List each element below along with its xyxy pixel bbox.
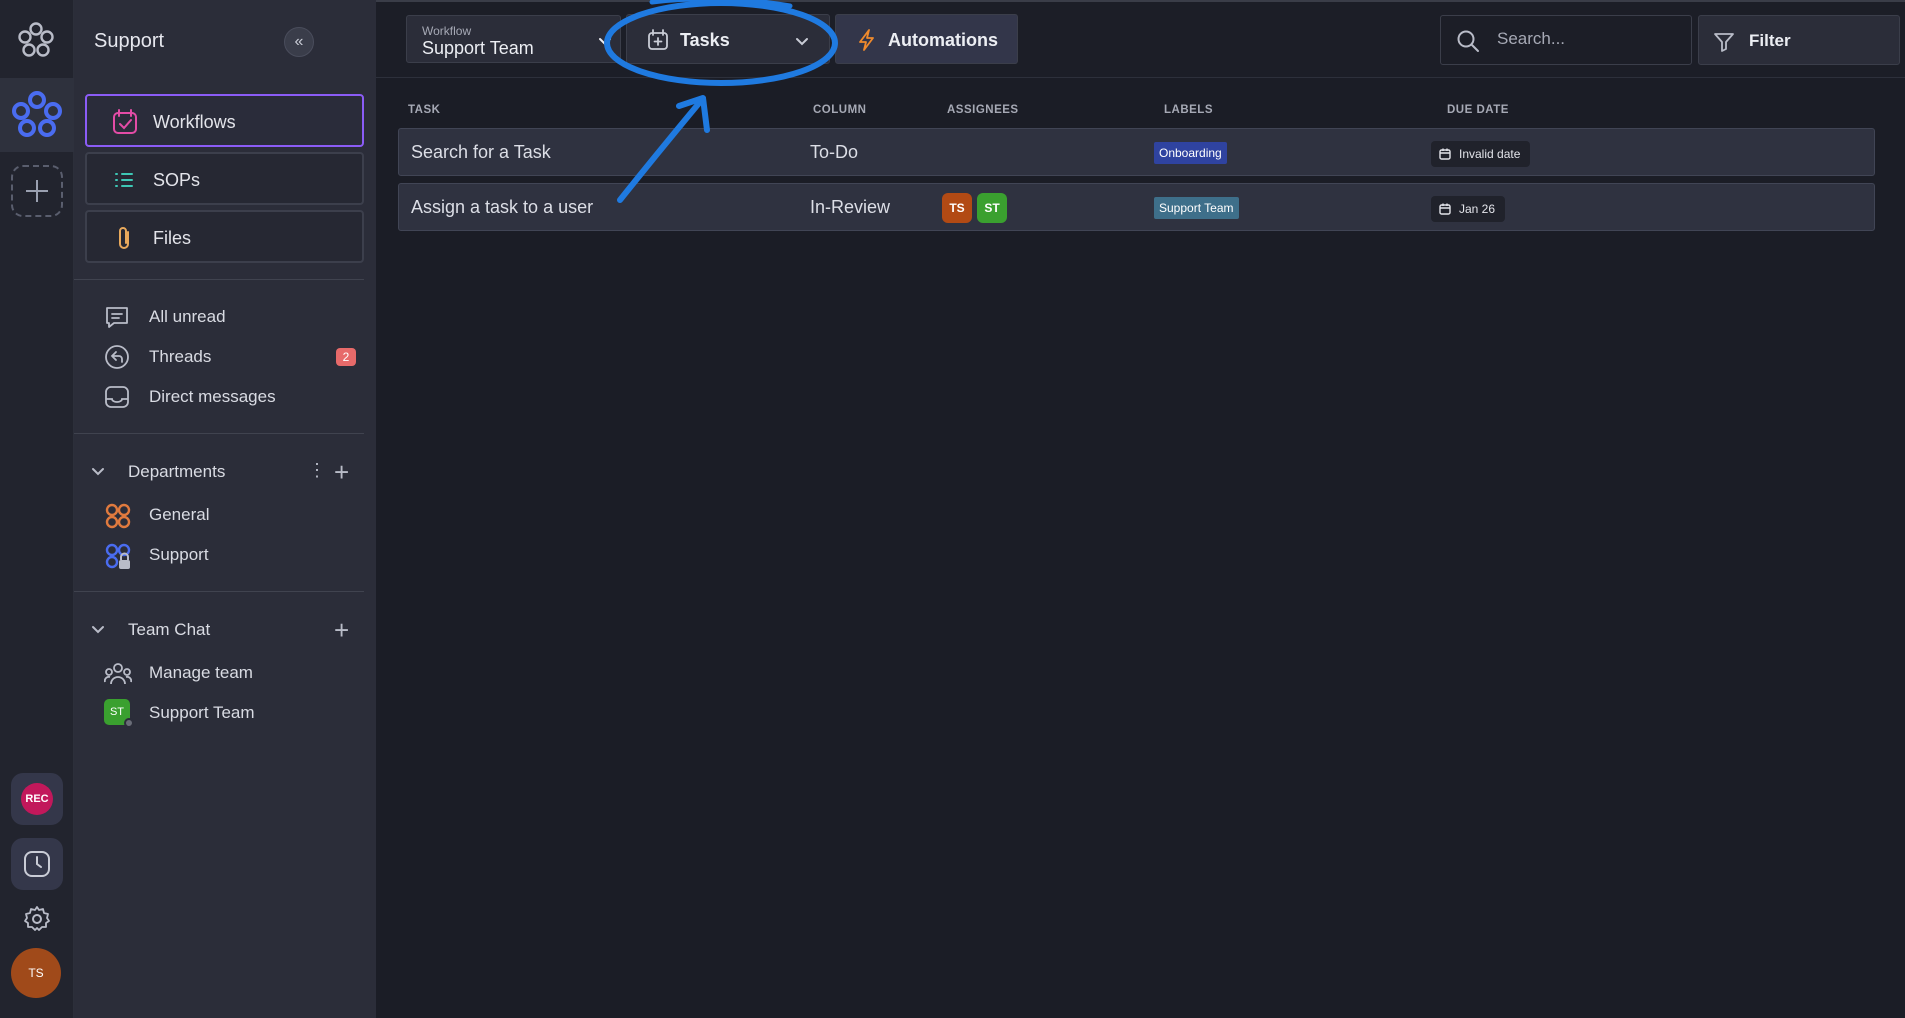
sidebar: Support Workflows SOPs Files All unread …: [74, 0, 376, 1018]
support-label: Support: [149, 545, 209, 564]
topbar: Workflow Support Team Tasks Automations: [376, 0, 1905, 78]
history-button[interactable]: [11, 838, 63, 890]
calendar-check-icon: [113, 109, 137, 134]
departments-title: Departments: [128, 462, 226, 481]
workflow-select-caption: Workflow: [422, 24, 472, 38]
divider: [74, 433, 364, 434]
clock-icon: [24, 851, 50, 877]
sidebar-header: Support: [74, 0, 376, 78]
nav-files[interactable]: Files: [85, 210, 364, 263]
filter-button[interactable]: Filter: [1698, 15, 1900, 65]
task-name: Search for a Task: [411, 142, 551, 162]
nav-files-label: Files: [153, 228, 192, 248]
label-tag[interactable]: Support Team: [1154, 197, 1239, 219]
assignee-avatar[interactable]: ST: [977, 193, 1007, 223]
grid-circles-icon: [105, 503, 131, 529]
workflow-select[interactable]: Workflow Support Team: [406, 15, 621, 63]
gear-icon[interactable]: [22, 904, 52, 934]
column-header-due-date[interactable]: DUE DATE: [1447, 104, 1509, 116]
tasks-label: Tasks: [680, 30, 730, 50]
nav-sops[interactable]: SOPs: [85, 152, 364, 205]
chevron-down-icon: [92, 468, 104, 476]
divider: [74, 591, 364, 592]
app-logo-icon[interactable]: [17, 20, 55, 60]
chevron-down-icon: [599, 38, 611, 46]
record-button[interactable]: REC: [11, 773, 63, 825]
add-department-button[interactable]: +: [334, 459, 349, 485]
paperclip-icon: [119, 227, 129, 249]
sidebar-item-support[interactable]: Support: [104, 539, 364, 571]
chevron-down-icon: [796, 38, 808, 46]
workflow-select-value: Support Team: [422, 38, 534, 58]
automations-label: Automations: [888, 30, 998, 50]
app: REC TS Support Workflows SOPs Files All …: [0, 0, 1905, 1018]
direct-messages-label: Direct messages: [149, 387, 276, 406]
task-column: To-Do: [810, 142, 859, 162]
filter-label: Filter: [1749, 31, 1791, 50]
more-options-icon[interactable]: ⋮: [308, 460, 326, 481]
presence-indicator: [124, 718, 134, 728]
workspace-rail: REC TS: [0, 0, 74, 1018]
user-avatar[interactable]: TS: [11, 948, 61, 998]
label-tag[interactable]: Onboarding: [1154, 142, 1227, 164]
sidebar-title: Support: [94, 30, 165, 52]
due-date-text: Invalid date: [1459, 147, 1521, 161]
task-name: Assign a task to a user: [411, 197, 594, 217]
add-chat-button[interactable]: +: [334, 617, 349, 643]
column-header-assignees[interactable]: ASSIGNEES: [947, 104, 1019, 116]
nav-sops-label: SOPs: [153, 170, 201, 190]
due-date-chip[interactable]: Invalid date: [1431, 141, 1531, 167]
sidebar-item-support-team[interactable]: ST Support Team: [104, 697, 364, 729]
manage-team-label: Manage team: [149, 663, 253, 682]
column-header-labels[interactable]: LABELS: [1164, 104, 1213, 116]
nav-workflows-label: Workflows: [153, 112, 236, 132]
calendar-icon: [1439, 203, 1451, 215]
departments-header[interactable]: Departments: [90, 459, 370, 485]
list-icon: [115, 173, 133, 187]
calendar-icon: [1439, 148, 1451, 160]
sidebar-item-direct-messages[interactable]: Direct messages: [104, 381, 364, 413]
search-icon: [1457, 30, 1479, 52]
workspace-logo-icon: [12, 91, 62, 137]
general-label: General: [149, 505, 210, 524]
due-date-text: Jan 26: [1459, 202, 1496, 216]
nav-workflows[interactable]: Workflows: [85, 94, 364, 147]
divider: [74, 279, 364, 280]
team-icon: [104, 663, 132, 685]
workspace-support[interactable]: [0, 78, 74, 152]
task-column: In-Review: [810, 197, 891, 217]
table-row[interactable]: Search for a Task To-Do Onboarding Inval…: [398, 128, 1875, 176]
collapse-sidebar-button[interactable]: «: [284, 27, 314, 57]
assignee-avatar[interactable]: TS: [942, 193, 972, 223]
team-chat-header[interactable]: Team Chat: [90, 617, 370, 643]
team-chat-title: Team Chat: [128, 620, 211, 639]
inbox-icon: [105, 386, 129, 408]
sidebar-item-all-unread[interactable]: All unread: [104, 301, 364, 333]
sidebar-item-manage-team[interactable]: Manage team: [104, 657, 364, 689]
support-team-label: Support Team: [149, 703, 255, 722]
reply-icon: [105, 345, 129, 369]
tasks-view-dropdown[interactable]: Tasks: [626, 14, 830, 64]
search-input[interactable]: [1497, 29, 1677, 49]
column-header-task[interactable]: TASK: [408, 104, 440, 116]
lightning-icon: [859, 29, 874, 51]
rec-label: REC: [21, 783, 53, 815]
threads-count-badge: 2: [336, 348, 356, 366]
grid-lock-icon: [105, 543, 131, 569]
column-header-column[interactable]: COLUMN: [813, 104, 866, 116]
filter-icon: [1714, 33, 1734, 52]
add-workspace-button[interactable]: [11, 165, 63, 217]
threads-label: Threads: [149, 347, 212, 366]
sidebar-item-general[interactable]: General: [104, 499, 364, 531]
search-field[interactable]: [1440, 15, 1692, 65]
chevron-down-icon: [92, 626, 104, 634]
table-row[interactable]: Assign a task to a user In-Review TS ST …: [398, 183, 1875, 231]
due-date-chip[interactable]: Jan 26: [1431, 196, 1506, 222]
automations-tab[interactable]: Automations: [835, 14, 1018, 64]
all-unread-label: All unread: [149, 307, 226, 326]
calendar-plus-icon: [648, 29, 668, 50]
sidebar-item-threads[interactable]: Threads: [104, 341, 364, 373]
chat-icon: [106, 307, 128, 328]
